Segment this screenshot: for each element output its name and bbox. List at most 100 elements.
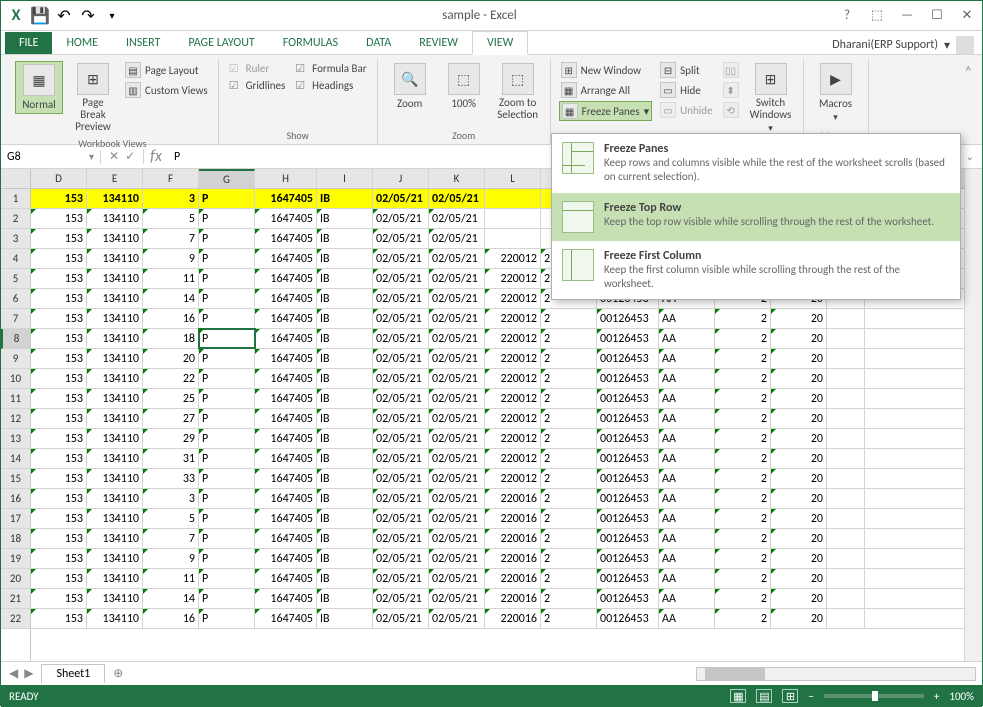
- cell[interactable]: 153: [31, 409, 87, 428]
- cell[interactable]: 18: [143, 329, 199, 348]
- cell[interactable]: 7: [143, 529, 199, 548]
- cell[interactable]: 02/05/21: [429, 529, 485, 548]
- row-header[interactable]: 22: [1, 609, 30, 629]
- switch-windows-button[interactable]: ⊞Switch Windows▾: [747, 61, 795, 136]
- cell[interactable]: 2: [541, 309, 597, 328]
- cell[interactable]: 220012: [485, 409, 541, 428]
- cell[interactable]: IB: [317, 549, 373, 568]
- cell[interactable]: IB: [317, 529, 373, 548]
- row-header[interactable]: 8: [1, 329, 30, 349]
- page-layout-status-icon[interactable]: ▤: [756, 689, 772, 703]
- cell[interactable]: 11: [143, 269, 199, 288]
- cell[interactable]: 02/05/21: [429, 609, 485, 628]
- zoom-in-icon[interactable]: +: [934, 690, 939, 703]
- cell[interactable]: P: [199, 409, 255, 428]
- cell[interactable]: 134110: [87, 269, 143, 288]
- cell[interactable]: 2: [541, 409, 597, 428]
- cell[interactable]: 153: [31, 569, 87, 588]
- freeze-top-row-option[interactable]: Freeze Top RowKeep the top row visible w…: [552, 193, 960, 241]
- freeze-first-column-option[interactable]: Freeze First ColumnKeep the first column…: [552, 241, 960, 300]
- cell[interactable]: 14: [143, 589, 199, 608]
- row-header[interactable]: 21: [1, 589, 30, 609]
- cell[interactable]: 20: [771, 529, 827, 548]
- cell[interactable]: 134110: [87, 409, 143, 428]
- ruler-checkbox[interactable]: Ruler: [227, 61, 288, 76]
- cell[interactable]: [827, 569, 865, 588]
- cell[interactable]: P: [199, 429, 255, 448]
- row-header[interactable]: 20: [1, 569, 30, 589]
- cell[interactable]: 02/05/21: [429, 289, 485, 308]
- cell[interactable]: 31: [143, 449, 199, 468]
- cell[interactable]: [827, 449, 865, 468]
- cell[interactable]: IB: [317, 369, 373, 388]
- cell[interactable]: IB: [317, 569, 373, 588]
- cell[interactable]: IB: [317, 469, 373, 488]
- cell[interactable]: 2: [715, 509, 771, 528]
- tab-formulas[interactable]: FORMULAS: [269, 32, 352, 54]
- cell[interactable]: 153: [31, 189, 87, 208]
- cell[interactable]: AA: [659, 349, 715, 368]
- cell[interactable]: 134110: [87, 189, 143, 208]
- cell[interactable]: 134110: [87, 249, 143, 268]
- cell[interactable]: P: [199, 289, 255, 308]
- cell[interactable]: 134110: [87, 389, 143, 408]
- cell[interactable]: 00126453: [597, 469, 659, 488]
- cell[interactable]: 1647405: [255, 329, 317, 348]
- cell[interactable]: 220012: [485, 429, 541, 448]
- user-label[interactable]: Dharani(ERP Support)▾: [832, 36, 982, 54]
- tab-page-layout[interactable]: PAGE LAYOUT: [174, 32, 268, 54]
- cell[interactable]: 2: [541, 449, 597, 468]
- cell[interactable]: 1647405: [255, 309, 317, 328]
- cell[interactable]: 02/05/21: [429, 509, 485, 528]
- cell[interactable]: 1647405: [255, 609, 317, 628]
- column-header-K[interactable]: K: [429, 169, 485, 188]
- cell[interactable]: 20: [771, 549, 827, 568]
- cell[interactable]: [827, 389, 865, 408]
- cell[interactable]: 1647405: [255, 289, 317, 308]
- column-header-E[interactable]: E: [87, 169, 143, 188]
- cell[interactable]: 02/05/21: [373, 589, 429, 608]
- cell[interactable]: 02/05/21: [373, 229, 429, 248]
- cell[interactable]: 02/05/21: [373, 609, 429, 628]
- gridlines-checkbox[interactable]: Gridlines: [227, 78, 288, 93]
- cell[interactable]: 00126453: [597, 309, 659, 328]
- cell[interactable]: 153: [31, 549, 87, 568]
- cell[interactable]: 153: [31, 249, 87, 268]
- cell[interactable]: P: [199, 549, 255, 568]
- cell[interactable]: 153: [31, 529, 87, 548]
- cell[interactable]: 153: [31, 509, 87, 528]
- cell[interactable]: 1647405: [255, 549, 317, 568]
- cell[interactable]: 153: [31, 609, 87, 628]
- zoom-out-icon[interactable]: −: [808, 690, 813, 703]
- cell[interactable]: 220016: [485, 609, 541, 628]
- cell[interactable]: P: [199, 249, 255, 268]
- sheet-nav-prev-icon[interactable]: ◀: [9, 666, 18, 681]
- cell[interactable]: IB: [317, 449, 373, 468]
- cell[interactable]: 153: [31, 329, 87, 348]
- column-header-I[interactable]: I: [317, 169, 373, 188]
- cell[interactable]: 9: [143, 549, 199, 568]
- cell[interactable]: 02/05/21: [373, 189, 429, 208]
- custom-views-button[interactable]: ▥Custom Views: [123, 81, 210, 99]
- cell[interactable]: 02/05/21: [429, 589, 485, 608]
- cell[interactable]: 220012: [485, 309, 541, 328]
- cell[interactable]: 02/05/21: [429, 489, 485, 508]
- cell[interactable]: 2: [541, 429, 597, 448]
- cell[interactable]: 02/05/21: [373, 349, 429, 368]
- cell[interactable]: 1647405: [255, 389, 317, 408]
- cell[interactable]: 153: [31, 229, 87, 248]
- cell[interactable]: 02/05/21: [429, 189, 485, 208]
- cell[interactable]: [485, 189, 541, 208]
- cell[interactable]: [827, 309, 865, 328]
- cell[interactable]: 5: [143, 209, 199, 228]
- cell[interactable]: 22: [143, 369, 199, 388]
- cell[interactable]: [827, 469, 865, 488]
- cell[interactable]: 220012: [485, 329, 541, 348]
- cell[interactable]: 2: [715, 549, 771, 568]
- headings-checkbox[interactable]: Headings: [293, 78, 368, 93]
- cell[interactable]: 220016: [485, 569, 541, 588]
- cell[interactable]: 153: [31, 209, 87, 228]
- cell[interactable]: [827, 549, 865, 568]
- cell[interactable]: 20: [771, 369, 827, 388]
- cell[interactable]: AA: [659, 369, 715, 388]
